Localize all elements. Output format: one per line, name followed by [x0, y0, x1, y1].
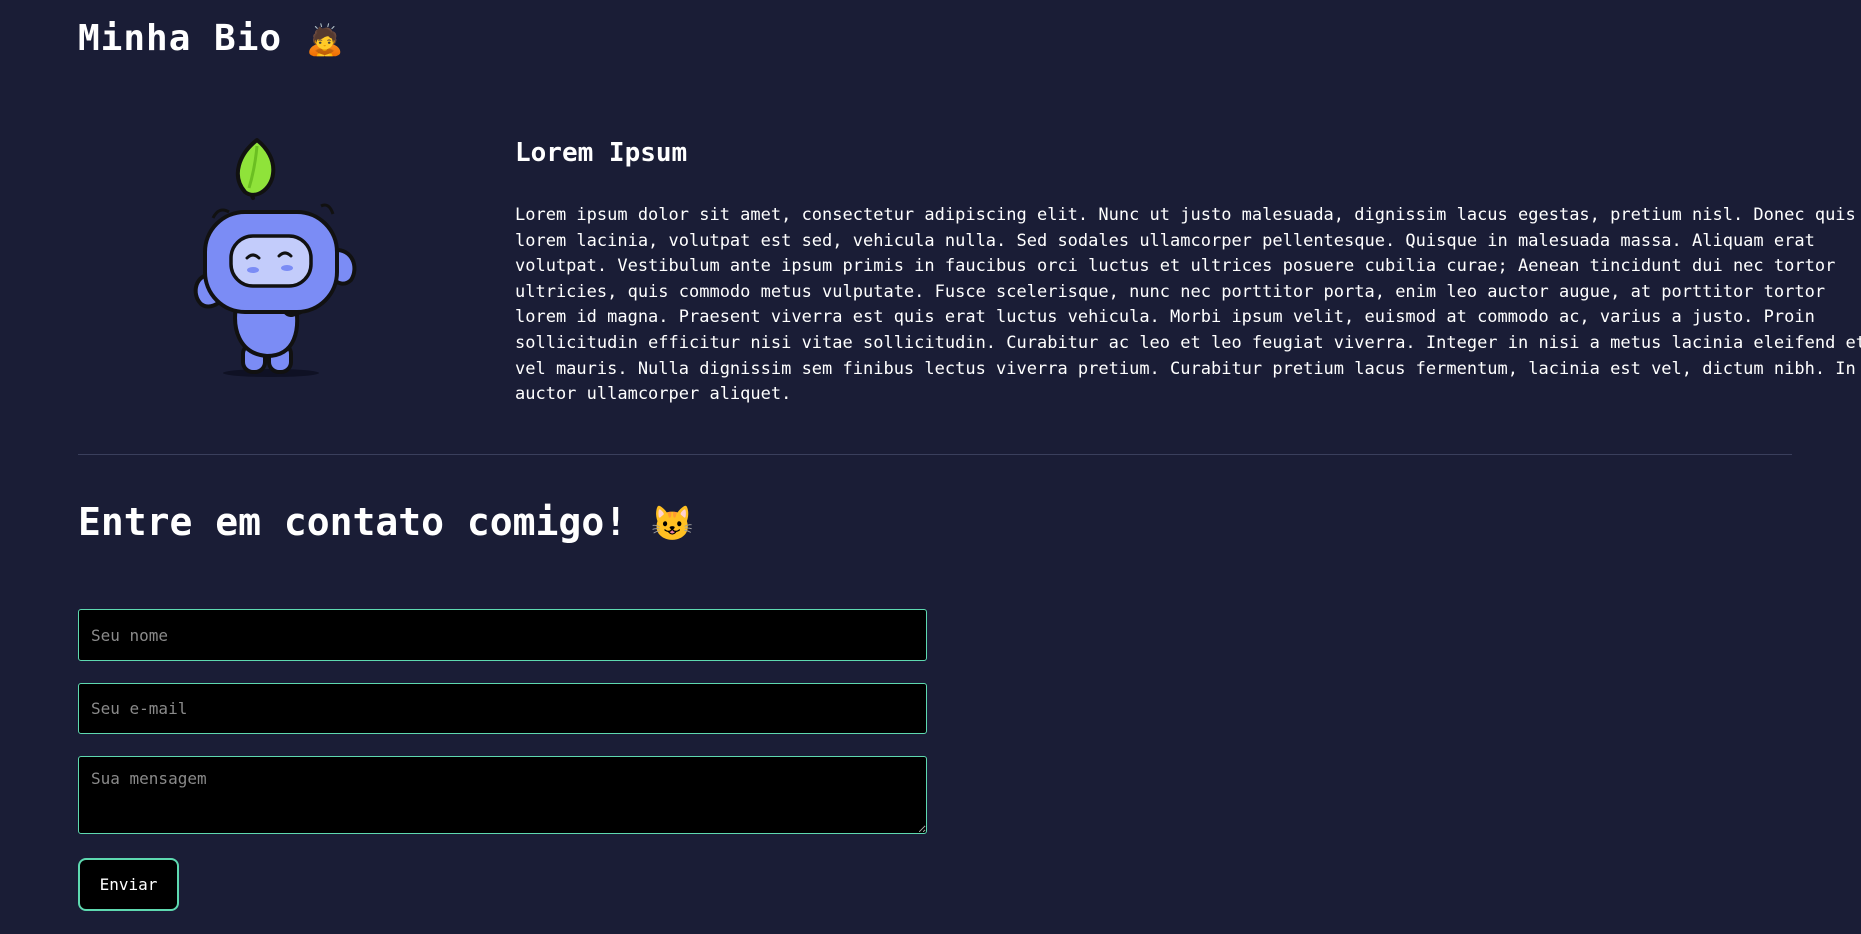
submit-button[interactable]: Enviar — [78, 858, 179, 911]
message-textarea[interactable] — [78, 756, 927, 834]
contact-title-text: Entre em contato comigo! — [78, 500, 628, 544]
bowing-person-emoji-glyph: 🙇 — [306, 23, 345, 58]
section-divider — [78, 454, 1792, 455]
wumpus-mascot-icon — [193, 138, 357, 377]
wumpus-mascot-image — [183, 132, 383, 387]
bio-section: Lorem Ipsum Lorem ipsum dolor sit amet, … — [515, 136, 1861, 408]
bio-text: Lorem ipsum dolor sit amet, consectetur … — [515, 205, 1861, 405]
page-title-text: Minha Bio — [78, 18, 283, 59]
bowing-person-emoji-icon: 🙇 — [306, 18, 344, 59]
grinning-cat-emoji-glyph: 😺 — [651, 504, 694, 544]
name-input[interactable] — [78, 609, 927, 661]
bio-heading: Lorem Ipsum — [515, 138, 688, 168]
contact-title: Entre em contato comigo! 😺 — [78, 500, 693, 544]
email-input[interactable] — [78, 683, 927, 734]
grinning-cat-emoji-icon: 😺 — [651, 500, 693, 544]
page-title: Minha Bio 🙇 — [78, 18, 344, 59]
